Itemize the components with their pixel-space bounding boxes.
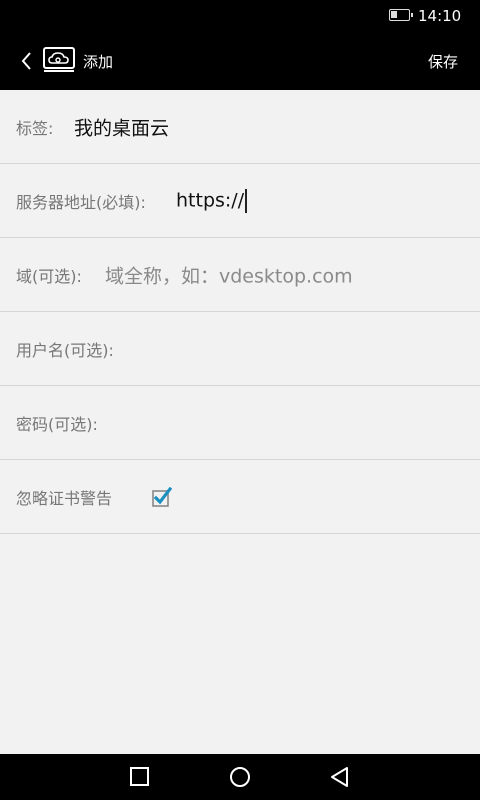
password-field-label: 密码(可选):: [16, 414, 98, 434]
ignore-cert-row[interactable]: 忽略证书警告: [0, 460, 480, 534]
text-caret: [245, 188, 247, 213]
label-field-label: 标签:: [16, 118, 54, 138]
status-bar: 14:10: [0, 0, 480, 32]
server-field-label: 服务器地址(必填):: [16, 192, 146, 212]
server-row[interactable]: 服务器地址(必填): https://: [0, 164, 480, 238]
server-field-input[interactable]: https://: [176, 188, 247, 213]
domain-row[interactable]: 域(可选): 域全称，如：vdesktop.com: [0, 238, 480, 312]
back-icon[interactable]: [18, 50, 36, 72]
checkbox-checked-icon[interactable]: [152, 486, 172, 507]
username-row[interactable]: 用户名(可选):: [0, 312, 480, 386]
back-nav-icon[interactable]: [328, 765, 352, 789]
recent-apps-icon[interactable]: [128, 765, 152, 789]
domain-field-label: 域(可选):: [16, 266, 82, 286]
label-row[interactable]: 标签: 我的桌面云: [0, 90, 480, 164]
save-button[interactable]: 保存: [428, 51, 458, 72]
screen: 14:10 添加 保存 标签: 我的桌面云 服务器地址(必填): https:/…: [0, 0, 480, 800]
page-title: 添加: [83, 53, 114, 71]
connection-form: 标签: 我的桌面云 服务器地址(必填): https:// 域(可选): 域全称…: [0, 90, 480, 534]
domain-field-input[interactable]: 域全称，如：vdesktop.com: [105, 261, 353, 288]
home-icon[interactable]: [228, 765, 252, 789]
username-field-label: 用户名(可选):: [16, 340, 114, 360]
server-field-value: https://: [176, 189, 245, 211]
label-field-input[interactable]: 我的桌面云: [74, 113, 169, 140]
navigation-bar: [0, 754, 480, 800]
ignore-cert-label: 忽略证书警告: [16, 488, 113, 508]
app-bar: 添加 保存: [0, 32, 480, 90]
battery-icon: [389, 9, 413, 21]
status-time: 14:10: [418, 7, 462, 25]
cloud-logo-icon: [43, 47, 75, 72]
password-row[interactable]: 密码(可选):: [0, 386, 480, 460]
